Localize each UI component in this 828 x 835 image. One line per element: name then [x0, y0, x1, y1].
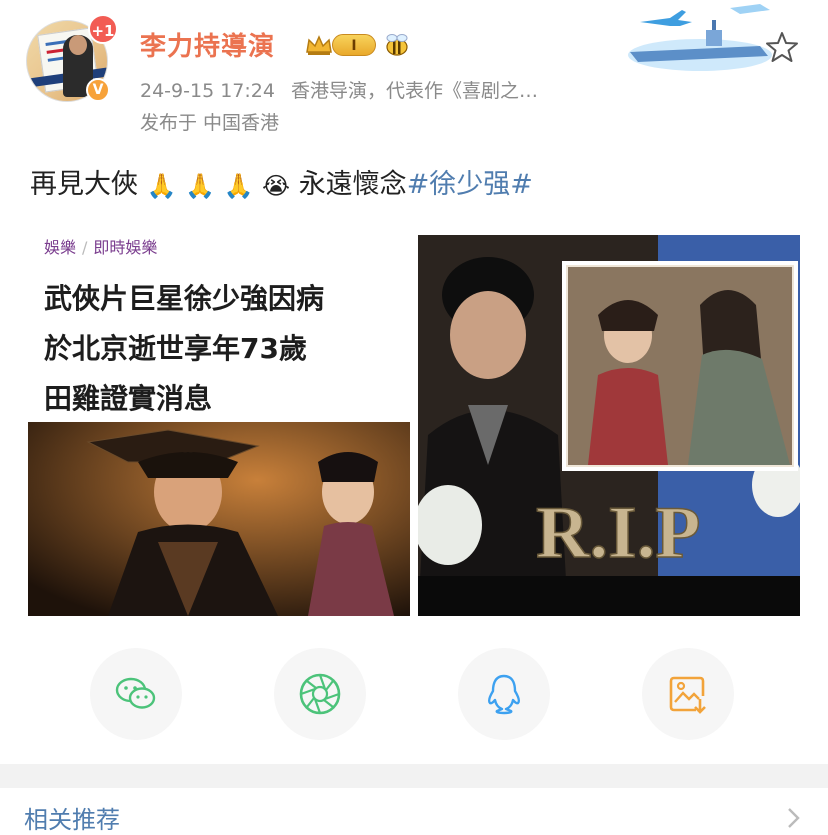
- rip-overlay-text: R.I.P: [536, 492, 700, 574]
- movie-still-drawing: [28, 422, 410, 616]
- breadcrumb-entertainment: 娛樂: [44, 238, 77, 257]
- rip-photo-drawing: R.I.P: [418, 235, 800, 616]
- pray-emoji-1: 🙏: [146, 171, 177, 200]
- breadcrumb-separator: /: [82, 238, 88, 257]
- headline-line-1: 武俠片巨星徐少強因病: [44, 282, 325, 315]
- post-meta: 24-9-15 17:24 香港导演，代表作《喜剧之…: [140, 76, 640, 103]
- wechat-icon: [115, 677, 156, 709]
- qq-icon: [488, 674, 520, 715]
- bee-icon[interactable]: [384, 32, 410, 58]
- verified-icon: V: [86, 78, 110, 102]
- chevron-right-icon[interactable]: [786, 806, 802, 830]
- post-images: 娛樂 / 即時娛樂 武俠片巨星徐少強因病 於北京逝世享年73歲 田雞證實消息 R…: [28, 232, 800, 616]
- share-moments-button[interactable]: [274, 648, 366, 740]
- level-badge[interactable]: I: [332, 34, 376, 56]
- post-text-prefix: 再見大俠: [30, 169, 138, 200]
- cry-emoji: 😭: [262, 171, 291, 200]
- moments-icon: [299, 673, 341, 715]
- section-divider: [0, 764, 828, 788]
- article-breadcrumb: 娛樂 / 即時娛樂: [44, 234, 157, 258]
- hashtag-link[interactable]: #徐少强#: [407, 169, 533, 200]
- avatar-plus-badge: +1: [88, 14, 118, 44]
- save-image-button[interactable]: [642, 648, 734, 740]
- movie-still-photo: [28, 422, 410, 616]
- headline-line-2: 於北京逝世享年73歲: [44, 332, 307, 365]
- share-bar: [0, 648, 828, 740]
- post-text-middle: 永遠懷念: [298, 169, 407, 200]
- pray-emoji-2: 🙏: [185, 171, 215, 200]
- author-name[interactable]: 李力持導演: [140, 26, 275, 63]
- crown-icon: [306, 35, 332, 55]
- save-image-icon: [669, 676, 706, 714]
- share-wechat-button[interactable]: [90, 648, 182, 740]
- share-qq-button[interactable]: [458, 648, 550, 740]
- favorite-star-icon[interactable]: [765, 30, 799, 64]
- news-screenshot-image[interactable]: 娛樂 / 即時娛樂 武俠片巨星徐少強因病 於北京逝世享年73歲 田雞證實消息: [28, 232, 410, 616]
- avatar-face: [69, 35, 87, 55]
- article-headline: 武俠片巨星徐少強因病 於北京逝世享年73歲 田雞證實消息: [44, 274, 404, 424]
- author-bio: 香港导演，代表作《喜剧之…: [291, 80, 539, 102]
- pray-emoji-3: 🙏: [223, 171, 254, 200]
- post-text: 再見大俠 🙏 🙏 🙏 😭 永遠懷念#徐少强#: [30, 162, 533, 201]
- decorative-aircraft-carrier-icon: [628, 4, 772, 71]
- related-recommendations-link[interactable]: 相关推荐: [24, 800, 120, 835]
- post-location: 发布于 中国香港: [140, 112, 280, 134]
- post-timestamp: 24-9-15 17:24: [140, 80, 275, 102]
- rip-tribute-image[interactable]: R.I.P: [418, 235, 800, 616]
- post-header: +1 V 李力持導演 I 24-9-15 17:24 香港导演，代表作《喜剧之……: [0, 0, 828, 145]
- weibo-post-page: +1 V 李力持導演 I 24-9-15 17:24 香港导演，代表作《喜剧之……: [0, 0, 828, 835]
- headline-line-3: 田雞證實消息: [44, 382, 213, 415]
- breadcrumb-instant: 即時娛樂: [93, 238, 158, 257]
